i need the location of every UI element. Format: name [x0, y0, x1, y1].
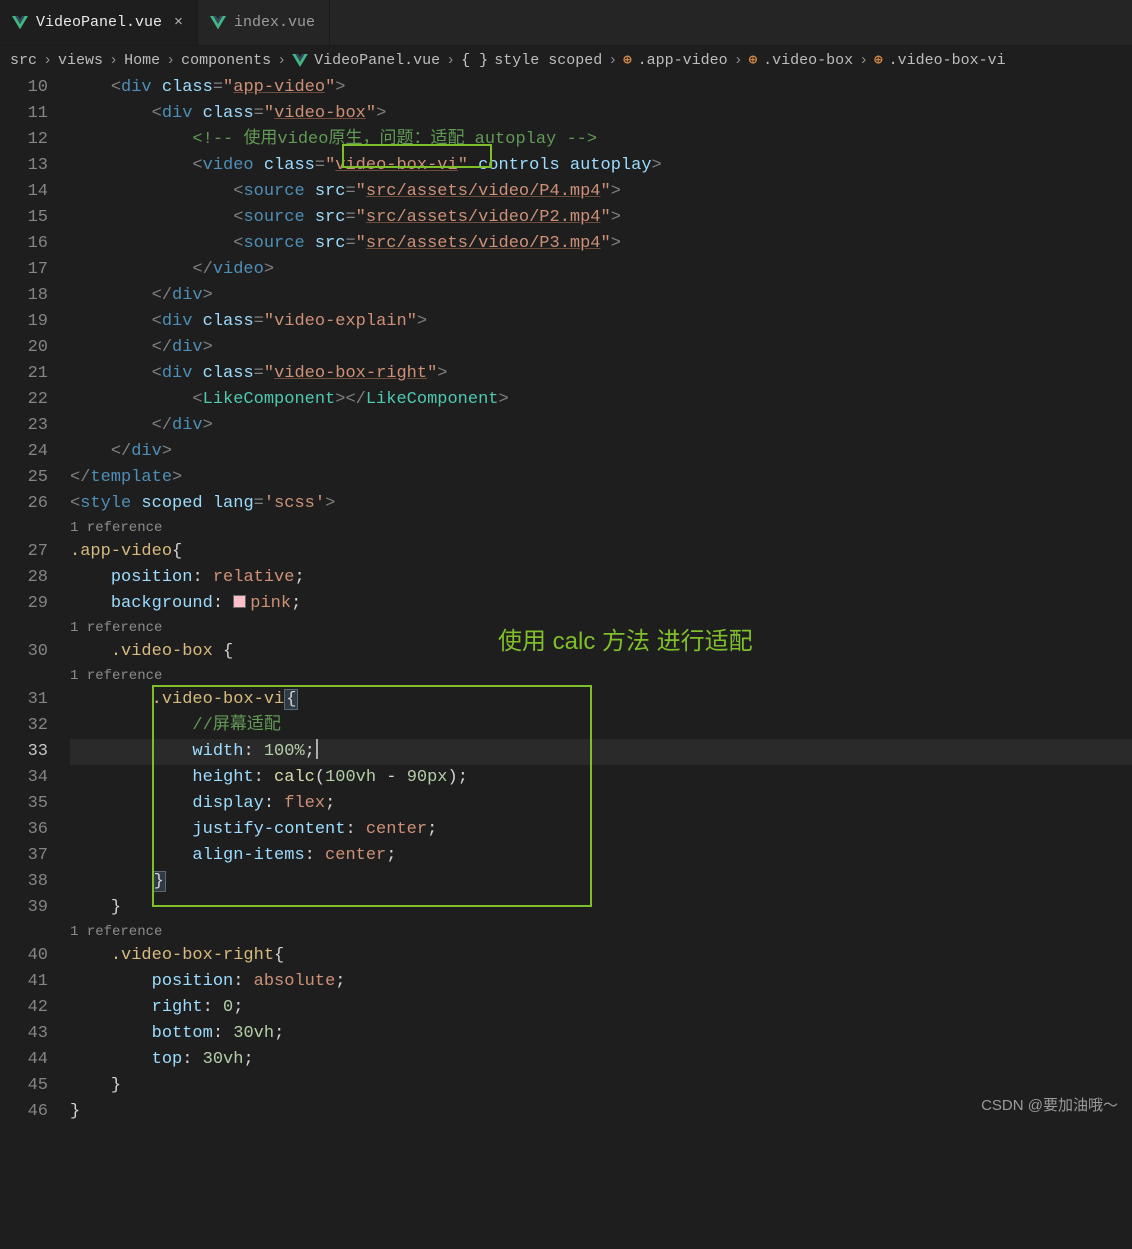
- code-editor[interactable]: 1011121314151617181920212223242526272829…: [0, 75, 1132, 1125]
- code-line[interactable]: </template>: [70, 465, 1132, 491]
- code-line[interactable]: </div>: [70, 283, 1132, 309]
- code-line[interactable]: <div class="video-box">: [70, 101, 1132, 127]
- breadcrumb-item[interactable]: views: [58, 52, 103, 69]
- tab-label: VideoPanel.vue: [36, 14, 162, 31]
- color-swatch-icon[interactable]: [233, 595, 246, 608]
- code-line[interactable]: position: absolute;: [70, 969, 1132, 995]
- code-line[interactable]: align-items: center;: [70, 843, 1132, 869]
- tab-videopanel[interactable]: VideoPanel.vue ×: [0, 0, 198, 45]
- watermark: CSDN @要加油哦～: [981, 1093, 1118, 1119]
- css-rule-icon: ⊕: [749, 52, 757, 69]
- breadcrumb: src› views› Home› components› VideoPanel…: [0, 46, 1132, 75]
- tab-label: index.vue: [234, 14, 315, 31]
- code-line[interactable]: <source src="src/assets/video/P3.mp4">: [70, 231, 1132, 257]
- code-line[interactable]: display: flex;: [70, 791, 1132, 817]
- vue-icon: [292, 54, 308, 68]
- code-line[interactable]: .video-box-vi{: [70, 687, 1132, 713]
- gutter: 1011121314151617181920212223242526272829…: [0, 75, 70, 1125]
- breadcrumb-selector[interactable]: ⊕.video-box: [749, 52, 853, 69]
- vue-icon: [12, 16, 28, 30]
- breadcrumb-item[interactable]: Home: [124, 52, 160, 69]
- code-line[interactable]: <video class="video-box-vi" controls aut…: [70, 153, 1132, 179]
- code-line[interactable]: right: 0;: [70, 995, 1132, 1021]
- css-rule-icon: ⊕: [874, 52, 882, 69]
- text-cursor: [316, 739, 318, 759]
- code-line[interactable]: </div>: [70, 335, 1132, 361]
- code-line[interactable]: </div>: [70, 439, 1132, 465]
- code-line[interactable]: <source src="src/assets/video/P2.mp4">: [70, 205, 1132, 231]
- annotation-text: 使用 calc 方法 进行适配: [498, 629, 753, 655]
- breadcrumb-selector[interactable]: ⊕.app-video: [623, 52, 727, 69]
- code-area[interactable]: <div class="app-video"> <div class="vide…: [70, 75, 1132, 1125]
- code-line[interactable]: justify-content: center;: [70, 817, 1132, 843]
- code-line[interactable]: </div>: [70, 413, 1132, 439]
- code-line[interactable]: //屏幕适配: [70, 713, 1132, 739]
- codelens-references[interactable]: 1 reference: [70, 921, 1132, 943]
- vue-icon: [210, 16, 226, 30]
- tab-bar: VideoPanel.vue × index.vue: [0, 0, 1132, 46]
- tab-index[interactable]: index.vue: [198, 0, 330, 45]
- code-line[interactable]: <div class="app-video">: [70, 75, 1132, 101]
- codelens-references[interactable]: 1 reference: [70, 665, 1132, 687]
- breadcrumb-item[interactable]: components: [181, 52, 271, 69]
- code-line[interactable]: <style scoped lang='scss'>: [70, 491, 1132, 517]
- code-line[interactable]: <!-- 使用video原生，问题：适配 autoplay -->: [70, 127, 1132, 153]
- code-line[interactable]: top: 30vh;: [70, 1047, 1132, 1073]
- code-line[interactable]: position: relative;: [70, 565, 1132, 591]
- code-line[interactable]: bottom: 30vh;: [70, 1021, 1132, 1047]
- code-line[interactable]: <source src="src/assets/video/P4.mp4">: [70, 179, 1132, 205]
- code-line[interactable]: </video>: [70, 257, 1132, 283]
- code-line[interactable]: }: [70, 895, 1132, 921]
- codelens-references[interactable]: 1 reference: [70, 517, 1132, 539]
- code-line[interactable]: .app-video{: [70, 539, 1132, 565]
- breadcrumb-item[interactable]: src: [10, 52, 37, 69]
- code-line[interactable]: background: pink;: [70, 591, 1132, 617]
- code-line[interactable]: <LikeComponent></LikeComponent>: [70, 387, 1132, 413]
- code-line[interactable]: .video-box-right{: [70, 943, 1132, 969]
- code-line[interactable]: <div class="video-explain">: [70, 309, 1132, 335]
- code-line[interactable]: height: calc(100vh - 90px);: [70, 765, 1132, 791]
- breadcrumb-file[interactable]: VideoPanel.vue: [292, 52, 440, 69]
- breadcrumb-style[interactable]: { }style scoped: [461, 52, 602, 69]
- css-rule-icon: ⊕: [623, 52, 631, 69]
- code-line[interactable]: <div class="video-box-right">: [70, 361, 1132, 387]
- code-line[interactable]: width: 100%;: [70, 739, 1132, 765]
- code-line[interactable]: }: [70, 1073, 1132, 1099]
- braces-icon: { }: [461, 52, 488, 69]
- code-line[interactable]: }: [70, 869, 1132, 895]
- close-icon[interactable]: ×: [174, 14, 183, 31]
- breadcrumb-selector[interactable]: ⊕.video-box-vi: [874, 52, 1005, 69]
- code-line[interactable]: }: [70, 1099, 1132, 1125]
